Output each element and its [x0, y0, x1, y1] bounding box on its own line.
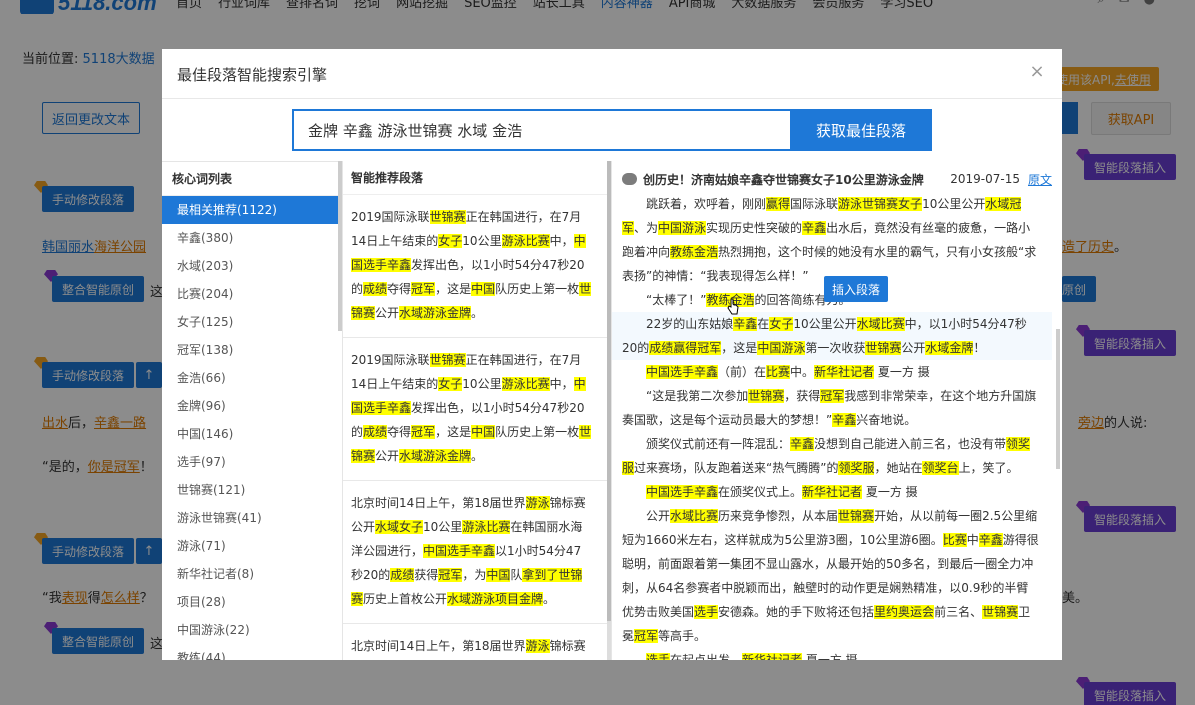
recommended-header: 智能推荐段落 [343, 161, 607, 195]
article-title: 创历史！济南姑娘辛鑫夺世锦赛女子10公里游泳金牌 [643, 172, 924, 187]
paragraph-card[interactable]: 2019国际泳联世锦赛正在韩国进行，在7月14日上午结束的女子10公里游泳比赛中… [343, 195, 607, 338]
keyword-list-header: 核心词列表 [162, 162, 338, 196]
keyword-item[interactable]: 游泳(71) [162, 532, 338, 560]
keyword-item[interactable]: 冠军(138) [162, 336, 338, 364]
keyword-list: 核心词列表 最相关推荐(1122) 辛鑫(380) 水域(203) 比赛(204… [162, 161, 338, 660]
article-scrollbar[interactable] [1056, 329, 1060, 469]
keyword-item[interactable]: 女子(125) [162, 308, 338, 336]
recommended-paragraphs: 智能推荐段落 2019国际泳联世锦赛正在韩国进行，在7月14日上午结束的女子10… [343, 161, 607, 660]
article-header: 创历史！济南姑娘辛鑫夺世锦赛女子10公里游泳金牌 2019-07-15 原文 [622, 169, 1052, 189]
original-article-link[interactable]: 原文 [1028, 171, 1052, 188]
best-paragraph-modal: 最佳段落智能搜索引擎 × 金牌 辛鑫 游泳世锦赛 水域 金浩 获取最佳段落 核心… [162, 49, 1062, 660]
article-paragraph[interactable]: 中国选手辛鑫在颁奖仪式上。新华社记者 夏一方 摄 [612, 480, 1052, 504]
article-body: 跳跃着，欢呼着，刚刚赢得国际泳联游泳世锦赛女子10公里公开水域冠军、为中国游泳实… [612, 192, 1052, 660]
keyword-item[interactable]: 游泳世锦赛(41) [162, 504, 338, 532]
keyword-item[interactable]: 中国(146) [162, 420, 338, 448]
hand-cursor-icon [727, 298, 739, 315]
paragraph-card[interactable]: 北京时间14日上午，第18届世界游泳锦标赛公开水域女子10公里游泳比赛在韩国丽水… [343, 624, 607, 660]
paragraph-card[interactable]: 2019国际泳联世锦赛正在韩国进行，在7月14日上午结束的女子10公里游泳比赛中… [343, 338, 607, 481]
article-paragraph[interactable]: 跳跃着，欢呼着，刚刚赢得国际泳联游泳世锦赛女子10公里公开水域冠军、为中国游泳实… [612, 192, 1052, 288]
article-paragraph-hovered[interactable]: 22岁的山东姑娘辛鑫在女子10公里公开水域比赛中，以1小时54分47秒20的成绩… [612, 312, 1052, 360]
get-best-paragraph-button[interactable]: 获取最佳段落 [790, 109, 932, 151]
insert-paragraph-button[interactable]: 插入段落 [824, 276, 889, 302]
modal-divider [162, 98, 1062, 99]
keyword-search-input[interactable]: 金牌 辛鑫 游泳世锦赛 水域 金浩 [292, 109, 792, 151]
keyword-item[interactable]: 金浩(66) [162, 364, 338, 392]
article-paragraph[interactable]: 选手在起点出发。新华社记者 夏一方 摄 [612, 648, 1052, 660]
keyword-item[interactable]: 新华社记者(8) [162, 560, 338, 588]
article-paragraph[interactable]: “这是我第二次参加世锦赛，获得冠军我感到非常荣幸，在这个地方升国旗奏国歌，这是每… [612, 384, 1052, 432]
keyword-item-most-relevant[interactable]: 最相关推荐(1122) [162, 196, 338, 224]
keyword-item[interactable]: 教练(44) [162, 644, 338, 660]
article-paragraph[interactable]: 颁奖仪式前还有一阵混乱：辛鑫没想到自己能进入前三名，也没有带领奖服过来赛场，队友… [612, 432, 1052, 480]
article-paragraph[interactable]: 公开水域比赛历来竞争惨烈，从本届世锦赛开始，从以前每一圈2.5公里缩短为1660… [612, 504, 1052, 648]
wechat-icon [622, 173, 637, 185]
article-date: 2019-07-15 [950, 172, 1020, 186]
keyword-item[interactable]: 选手(97) [162, 448, 338, 476]
keyword-item[interactable]: 辛鑫(380) [162, 224, 338, 252]
keyword-item[interactable]: 金牌(96) [162, 392, 338, 420]
modal-title: 最佳段落智能搜索引擎 [177, 66, 328, 84]
article-paragraph[interactable]: 中国选手辛鑫（前）在比赛中。新华社记者 夏一方 摄 [612, 360, 1052, 384]
keyword-item[interactable]: 项目(28) [162, 588, 338, 616]
keyword-item[interactable]: 水域(203) [162, 252, 338, 280]
keyword-item[interactable]: 比赛(204) [162, 280, 338, 308]
keyword-item[interactable]: 中国游泳(22) [162, 616, 338, 644]
paragraph-card[interactable]: 北京时间14日上午，第18届世界游泳锦标赛公开水域女子10公里游泳比赛在韩国丽水… [343, 481, 607, 624]
keyword-item[interactable]: 世锦赛(121) [162, 476, 338, 504]
close-icon[interactable]: × [1028, 63, 1046, 81]
article-preview: 创历史！济南姑娘辛鑫夺世锦赛女子10公里游泳金牌 2019-07-15 原文 跳… [612, 161, 1062, 660]
